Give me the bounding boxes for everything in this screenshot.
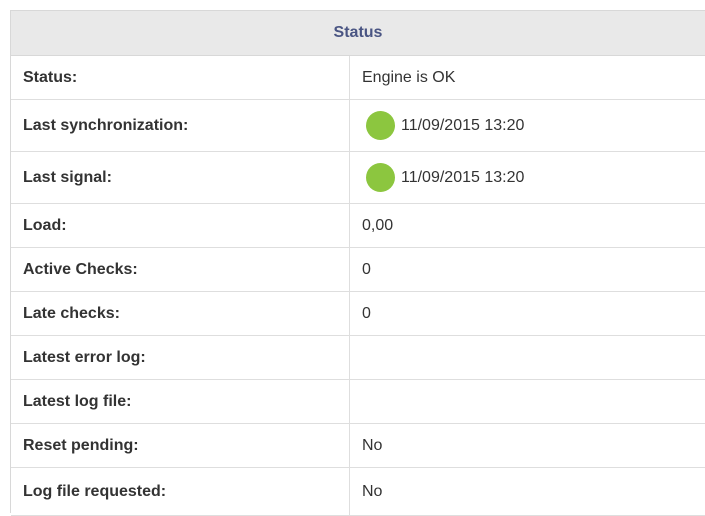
row-label: Last synchronization: [11,100,350,151]
table-row-load: Load: 0,00 [11,204,705,248]
green-status-dot-icon [366,163,395,192]
row-label: Status: [11,56,350,99]
row-value: 0 [362,260,371,278]
row-value-cell: 11/09/2015 13:20 [350,152,705,203]
row-value: Engine is OK [362,68,456,86]
table-row-late-checks: Late checks: 0 [11,292,705,336]
row-label: Latest log file: [11,380,350,423]
row-value: No [362,436,383,454]
row-label: Log file requested: [11,468,350,515]
table-row-status: Status: Engine is OK [11,56,705,100]
table-row-log-file-requested: Log file requested: No [11,468,705,516]
row-value: 11/09/2015 13:20 [401,116,525,134]
table-row-latest-error-log: Latest error log: [11,336,705,380]
row-value: 0,00 [362,216,394,234]
green-status-dot-icon [366,111,395,140]
row-value [350,336,705,379]
table-row-active-checks: Active Checks: 0 [11,248,705,292]
row-label: Late checks: [11,292,350,335]
row-value: 0 [362,304,371,322]
table-row-latest-log-file: Latest log file: [11,380,705,424]
row-label: Load: [11,204,350,247]
panel-title: Status [333,24,383,41]
table-row-last-synchronization: Last synchronization: 11/09/2015 13:20 [11,100,705,152]
row-label: Reset pending: [11,424,350,467]
table-row-last-signal: Last signal: 11/09/2015 13:20 [11,152,705,204]
row-label: Active Checks: [11,248,350,291]
row-label: Latest error log: [11,336,350,379]
row-value: No [362,482,383,500]
panel-header: Status [11,11,705,56]
row-value: 11/09/2015 13:20 [401,168,525,186]
status-panel: Status Status: Engine is OK Last synchro… [10,10,705,516]
table-row-reset-pending: Reset pending: No [11,424,705,468]
row-value [350,380,705,423]
row-label: Last signal: [11,152,350,203]
row-value-cell: 11/09/2015 13:20 [350,100,705,151]
